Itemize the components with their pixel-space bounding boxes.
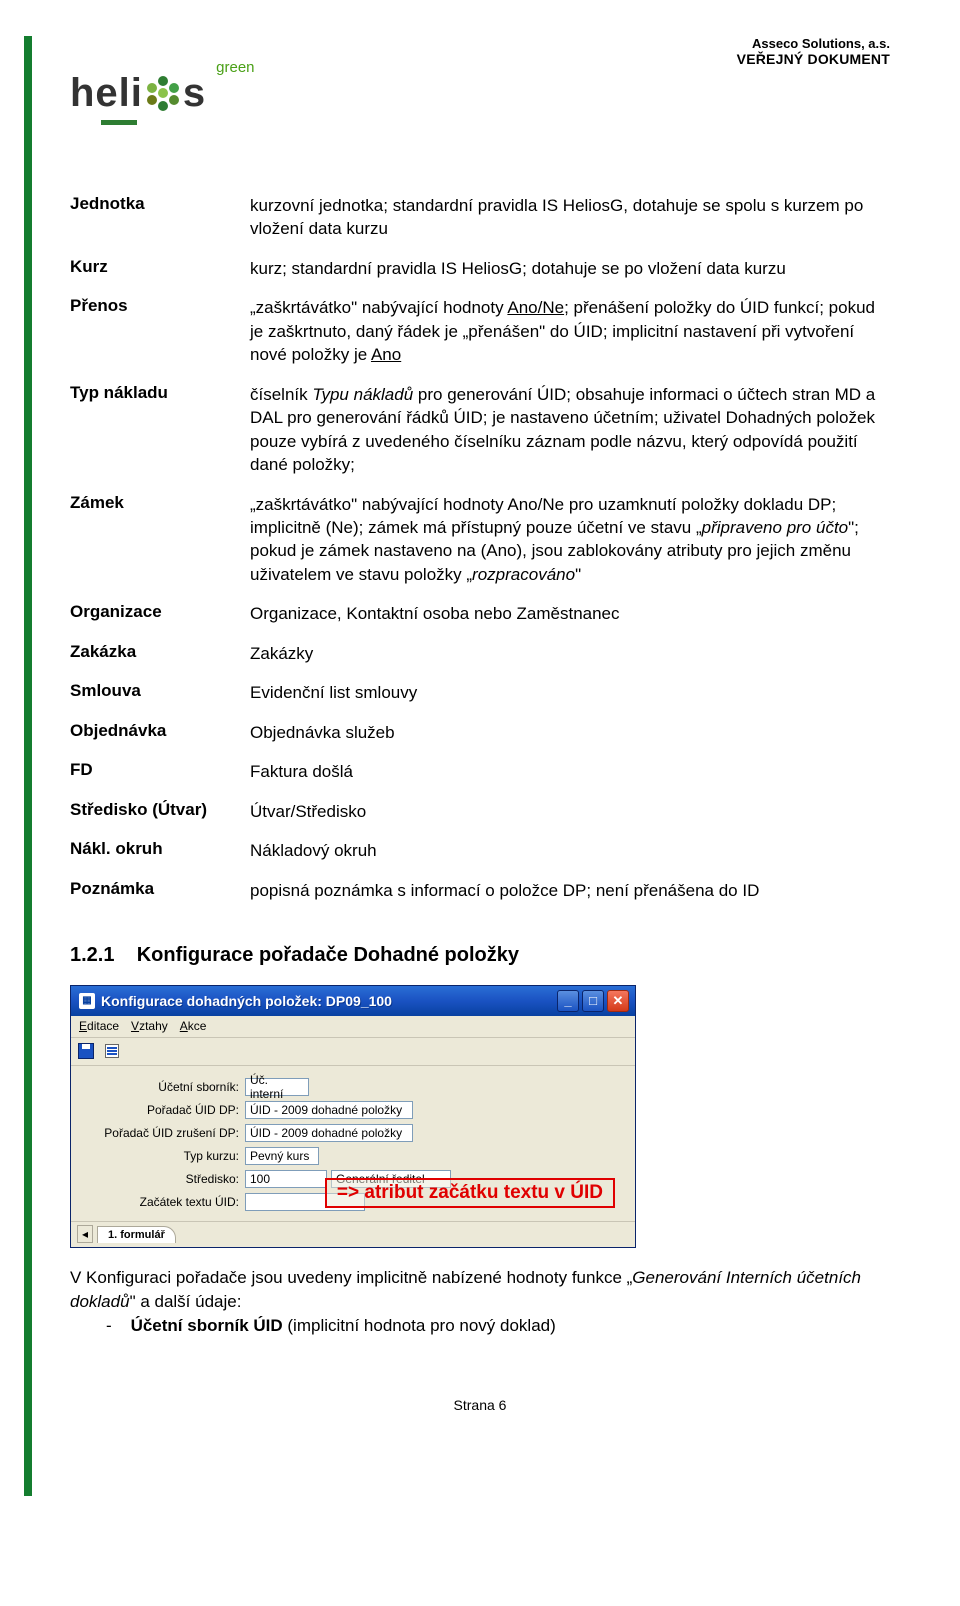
logo-text-2: s bbox=[183, 71, 206, 116]
definition-desc: Objednávka služeb bbox=[250, 713, 890, 752]
definition-row: Přenos„zaškrtávátko" nabývající hodnoty … bbox=[70, 288, 890, 374]
definition-term: Jednotka bbox=[70, 186, 250, 249]
doc-type: VEŘEJNÝ DOKUMENT bbox=[737, 51, 890, 67]
definition-term: Organizace bbox=[70, 594, 250, 633]
definition-desc: „zaškrtávátko" nabývající hodnoty Ano/Ne… bbox=[250, 288, 890, 374]
definition-desc: kurzovní jednotka; standardní pravidla I… bbox=[250, 186, 890, 249]
section-heading: 1.2.1 Konfigurace pořadače Dohadné polož… bbox=[70, 944, 890, 967]
maximize-button[interactable]: □ bbox=[582, 990, 604, 1012]
definition-desc: Nákladový okruh bbox=[250, 831, 890, 870]
definition-term: Středisko (Útvar) bbox=[70, 792, 250, 831]
definition-row: OrganizaceOrganizace, Kontaktní osoba ne… bbox=[70, 594, 890, 633]
definition-desc: Útvar/Středisko bbox=[250, 792, 890, 831]
definition-desc: Organizace, Kontaktní osoba nebo Zaměstn… bbox=[250, 594, 890, 633]
window-toolbar bbox=[71, 1038, 635, 1066]
form-tab-label: 1. formulář bbox=[108, 1229, 165, 1241]
definition-term: Objednávka bbox=[70, 713, 250, 752]
definition-desc: kurz; standardní pravidla IS HeliosG; do… bbox=[250, 249, 890, 288]
report-icon[interactable] bbox=[103, 1042, 121, 1060]
definition-row: Zámek„zaškrtávátko" nabývající hodnoty A… bbox=[70, 485, 890, 595]
minimize-button[interactable]: _ bbox=[557, 990, 579, 1012]
definition-row: Středisko (Útvar) Útvar/Středisko bbox=[70, 792, 890, 831]
definition-row: Kurzkurz; standardní pravidla IS HeliosG… bbox=[70, 249, 890, 288]
definition-list: Jednotkakurzovní jednotka; standardní pr… bbox=[70, 186, 890, 910]
logo-variant: green bbox=[216, 59, 254, 76]
bullet-line: - Účetní sborník ÚID (implicitní hodnota… bbox=[106, 1314, 890, 1338]
field-label: Středisko: bbox=[81, 1172, 245, 1186]
logo-text-1: heli bbox=[70, 71, 143, 116]
tab-scroll-left-icon[interactable]: ◂ bbox=[77, 1225, 93, 1243]
form-row: Účetní sborník:Úč. interní bbox=[81, 1077, 625, 1097]
window-title: Konfigurace dohadných položek: DP09_100 bbox=[101, 993, 557, 1009]
definition-term: Smlouva bbox=[70, 673, 250, 712]
definition-row: ZakázkaZakázky bbox=[70, 634, 890, 673]
field-value[interactable]: Úč. interní bbox=[245, 1078, 309, 1096]
window-menu: Editace Vztahy Akce bbox=[71, 1016, 635, 1038]
field-label: Pořadač ÚID zrušení DP: bbox=[81, 1126, 245, 1140]
section-title: Konfigurace pořadače Dohadné položky bbox=[137, 944, 519, 966]
definition-desc: „zaškrtávátko" nabývající hodnoty Ano/Ne… bbox=[250, 485, 890, 595]
section-number: 1.2.1 bbox=[70, 944, 114, 966]
field-label: Pořadač ÚID DP: bbox=[81, 1103, 245, 1117]
menu-item[interactable]: Akce bbox=[180, 1019, 207, 1033]
logo-underline bbox=[101, 120, 137, 125]
definition-row: FDFaktura došlá bbox=[70, 752, 890, 791]
definition-desc: Faktura došlá bbox=[250, 752, 890, 791]
definition-row: SmlouvaEvidenční list smlouvy bbox=[70, 673, 890, 712]
save-icon[interactable] bbox=[77, 1042, 95, 1060]
definition-term: FD bbox=[70, 752, 250, 791]
definition-term: Zámek bbox=[70, 485, 250, 595]
definition-term: Typ nákladu bbox=[70, 375, 250, 485]
field-value[interactable]: Pevný kurs bbox=[245, 1147, 319, 1165]
definition-row: ObjednávkaObjednávka služeb bbox=[70, 713, 890, 752]
config-paragraph: V Konfiguraci pořadače jsou uvedeny impl… bbox=[70, 1266, 890, 1337]
definition-row: Poznámkapopisná poznámka s informací o p… bbox=[70, 871, 890, 910]
field-value[interactable]: ÚID - 2009 dohadné položky bbox=[245, 1101, 413, 1119]
field-value[interactable]: 100 bbox=[245, 1170, 327, 1188]
config-window: ▦ Konfigurace dohadných položek: DP09_10… bbox=[70, 985, 636, 1248]
definition-term: Poznámka bbox=[70, 871, 250, 910]
definition-desc: popisná poznámka s informací o položce D… bbox=[250, 871, 890, 910]
window-statusbar: ◂ 1. formulář bbox=[71, 1221, 635, 1247]
field-label: Typ kurzu: bbox=[81, 1149, 245, 1163]
definition-desc: Zakázky bbox=[250, 634, 890, 673]
definition-term: Přenos bbox=[70, 288, 250, 374]
close-button[interactable]: ✕ bbox=[607, 990, 629, 1012]
definition-row: Jednotkakurzovní jednotka; standardní pr… bbox=[70, 186, 890, 249]
annotation-callout: => atribut začátku textu v ÚID bbox=[325, 1178, 615, 1208]
field-label: Účetní sborník: bbox=[81, 1080, 245, 1094]
company-name: Asseco Solutions, a.s. bbox=[737, 36, 890, 51]
form-row: Pořadač ÚID DP:ÚID - 2009 dohadné položk… bbox=[81, 1100, 625, 1120]
header-right: Asseco Solutions, a.s. VEŘEJNÝ DOKUMENT bbox=[737, 36, 890, 67]
window-icon: ▦ bbox=[79, 993, 95, 1009]
window-titlebar[interactable]: ▦ Konfigurace dohadných položek: DP09_10… bbox=[71, 986, 635, 1016]
definition-desc: Evidenční list smlouvy bbox=[250, 673, 890, 712]
definition-term: Nákl. okruh bbox=[70, 831, 250, 870]
form-tab[interactable]: 1. formulář bbox=[97, 1226, 176, 1243]
definition-term: Kurz bbox=[70, 249, 250, 288]
flower-icon bbox=[145, 75, 181, 111]
field-label: Začátek textu ÚID: bbox=[81, 1195, 245, 1209]
form-row: Pořadač ÚID zrušení DP:ÚID - 2009 dohadn… bbox=[81, 1123, 625, 1143]
form-row: Typ kurzu:Pevný kurs bbox=[81, 1146, 625, 1166]
definition-row: Nákl. okruhNákladový okruh bbox=[70, 831, 890, 870]
left-accent-bar bbox=[24, 36, 32, 1496]
field-value[interactable]: ÚID - 2009 dohadné položky bbox=[245, 1124, 413, 1142]
definition-row: Typ nákladučíselník Typu nákladů pro gen… bbox=[70, 375, 890, 485]
page-footer: Strana 6 bbox=[70, 1397, 890, 1413]
logo: heli s green bbox=[70, 60, 890, 126]
menu-item[interactable]: Editace bbox=[79, 1019, 119, 1033]
definition-term: Zakázka bbox=[70, 634, 250, 673]
definition-desc: číselník Typu nákladů pro generování ÚID… bbox=[250, 375, 890, 485]
menu-item[interactable]: Vztahy bbox=[131, 1019, 168, 1033]
